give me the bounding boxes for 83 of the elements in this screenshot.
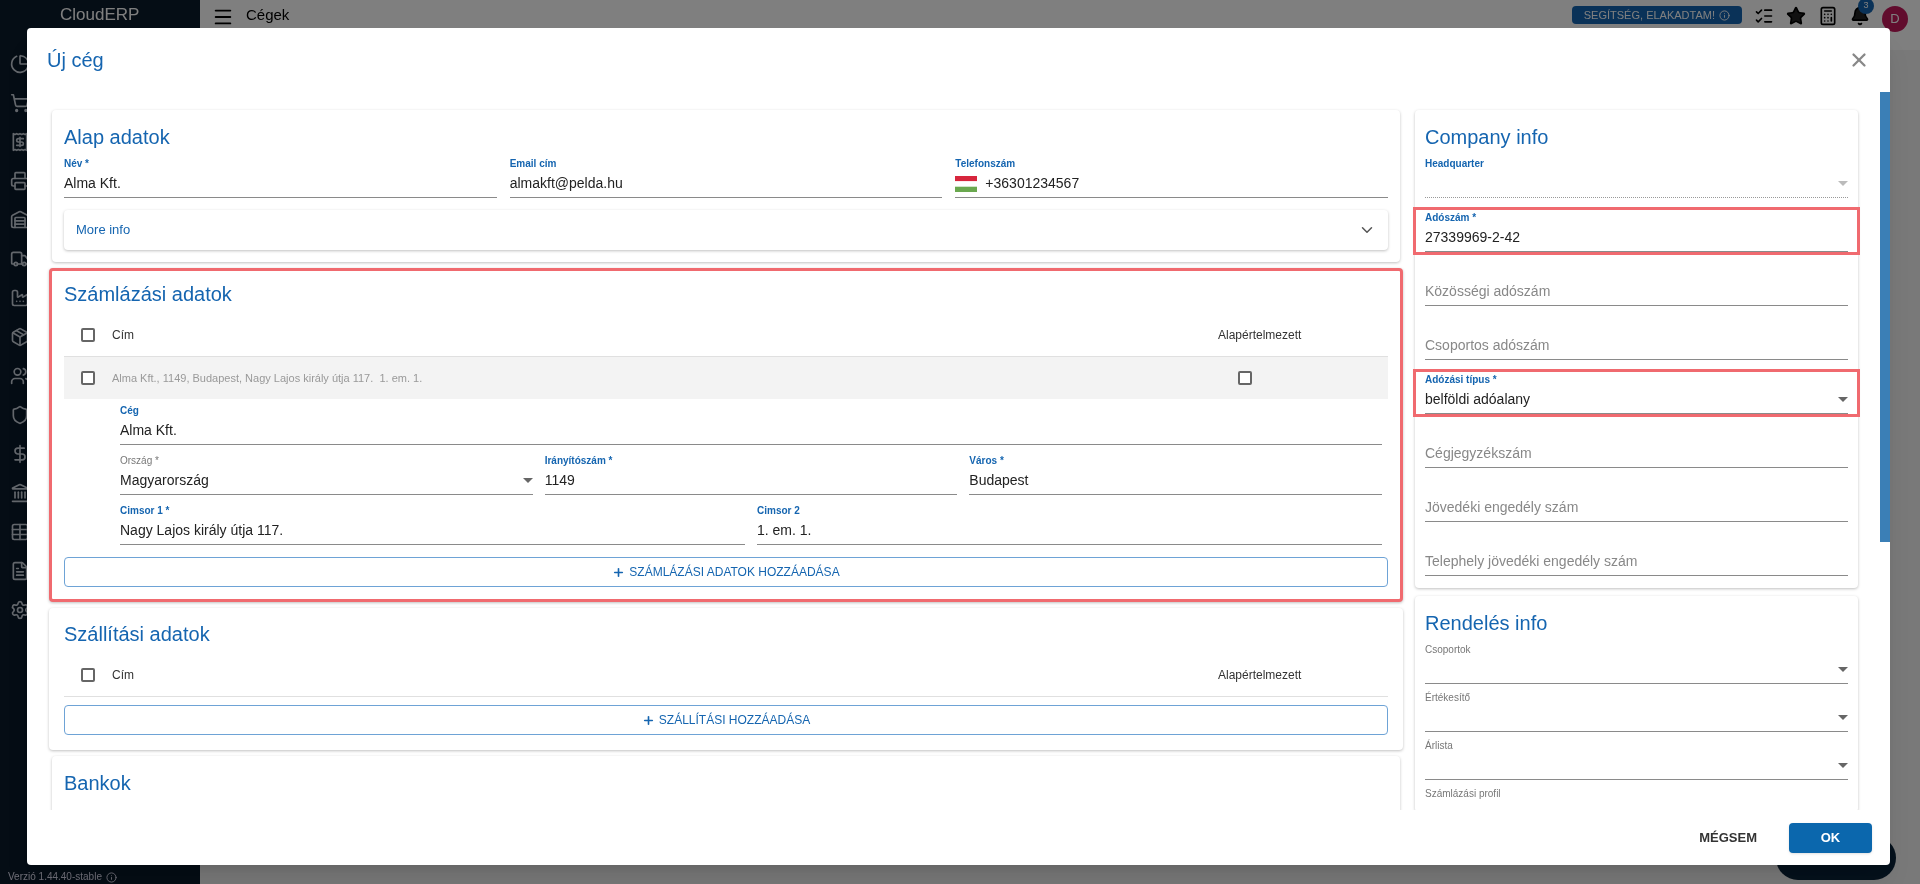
input-field[interactable]: Csoportos adószám [1425, 332, 1848, 360]
flag-icon [955, 175, 978, 192]
field-label: Irányítószám * [544, 455, 613, 467]
section-title: Rendelés info [1425, 611, 1549, 636]
field-label: Csoportok [1425, 644, 1471, 656]
field-label: Cimsor 1 * [120, 505, 170, 517]
factory-icon[interactable] [10, 288, 30, 308]
section-title: Számlázási adatok [64, 282, 233, 307]
field-label: Cég [120, 405, 139, 417]
field-label: Email cím [509, 158, 557, 170]
input-field[interactable]: 1. em. 1. [757, 517, 1382, 545]
select-field[interactable]: belföldi adóalany [1425, 386, 1848, 414]
calculator-icon[interactable] [1818, 6, 1838, 26]
section-title: Alap adatok [64, 125, 171, 150]
cart-icon[interactable] [10, 93, 30, 113]
input-field[interactable]: +36301234567 [955, 170, 1388, 198]
input-field[interactable]: Budapest [969, 467, 1382, 495]
logo: CloudERP [60, 5, 140, 23]
column-header: Cím [112, 666, 135, 684]
page-title: Cégek [246, 6, 291, 24]
column-header: Cím [112, 326, 135, 344]
field-label: Adószám * [1425, 212, 1477, 224]
dropdown-caret-icon [1838, 667, 1848, 672]
settings-icon[interactable] [10, 600, 30, 620]
document-icon[interactable] [10, 561, 30, 581]
ok-button[interactable]: OK [1789, 822, 1872, 853]
input-field[interactable]: Telephely jövedéki engedély szám [1425, 548, 1848, 576]
input-field[interactable]: Jövedéki engedély szám [1425, 494, 1848, 522]
warehouse-icon[interactable] [10, 210, 30, 230]
plus-icon [641, 713, 655, 727]
input-field[interactable]: Cégjegyzékszám [1425, 440, 1848, 468]
dropdown-caret-icon [522, 478, 533, 483]
checkbox[interactable] [81, 667, 95, 682]
field-label: Telefonszám [955, 158, 1016, 170]
field-label: Város * [969, 455, 1004, 467]
checkbox[interactable] [81, 327, 95, 342]
field-label: Számlázási profil [1425, 788, 1501, 800]
field-label: Adózási típus * [1425, 374, 1497, 386]
dropdown-caret-icon [1838, 715, 1848, 720]
printer-icon[interactable] [10, 171, 30, 191]
field-label: Headquarter [1425, 158, 1484, 170]
select-field[interactable]: Magyarország [120, 467, 533, 495]
info-icon [1719, 9, 1730, 21]
input-field[interactable]: almakft@pelda.hu [509, 170, 943, 198]
more-info-accordion[interactable]: More info [64, 210, 1388, 250]
input-field[interactable]: 27339969-2-42 [1425, 224, 1848, 252]
notification-badge: 3 [1858, 0, 1874, 14]
scrollbar[interactable] [1880, 92, 1890, 542]
dropdown-caret-icon [1838, 181, 1848, 186]
version-label: Verzió 1.44.40-stable [0, 871, 200, 884]
bank-icon[interactable] [10, 483, 30, 503]
input-field[interactable]: Közösségi adószám [1425, 278, 1848, 306]
star-icon[interactable] [1786, 6, 1806, 26]
field-label: Árlista [1425, 740, 1453, 752]
checklist-icon[interactable] [1754, 6, 1774, 26]
input-field[interactable]: Nagy Lajos király útja 117. [120, 517, 745, 545]
package-icon[interactable] [10, 327, 30, 347]
dropdown-caret-icon [1838, 763, 1848, 768]
column-header: Alapértelmezett [1218, 666, 1303, 684]
input-field[interactable]: Alma Kft. [64, 170, 497, 198]
table-cell-text: Alma Kft., 1149, Budapest, Nagy Lajos király útja 117. 1. em. 1. [112, 370, 424, 386]
users-icon[interactable] [10, 366, 30, 386]
field-label: Értékesítő [1425, 692, 1471, 704]
add-button[interactable]: SZÁLLÍTÁSI HOZZÁADÁSA [64, 705, 1388, 735]
plus-icon [612, 565, 626, 579]
dropdown-caret-icon [1838, 397, 1848, 402]
section-title: Bankok [64, 771, 132, 796]
shield-icon[interactable] [10, 405, 30, 425]
dialog-title: Új cég [47, 48, 105, 73]
receipt-icon[interactable] [10, 132, 30, 152]
field-label: Név * [64, 158, 89, 170]
section-title: Company info [1425, 125, 1550, 150]
chart-pie-icon[interactable] [10, 54, 30, 74]
add-button[interactable]: SZÁMLÁZÁSI ADATOK HOZZÁADÁSA [64, 557, 1388, 587]
column-header: Alapértelmezett [1218, 326, 1303, 344]
field-label: Ország * [120, 455, 159, 467]
input-field[interactable]: 1149 [544, 467, 958, 495]
checkbox[interactable] [81, 371, 95, 385]
section-title: Szállítási adatok [64, 622, 211, 647]
field-label: Cimsor 2 [757, 505, 800, 517]
checkbox[interactable] [1238, 371, 1252, 385]
info-icon [105, 871, 117, 883]
input-field[interactable]: Alma Kft. [120, 417, 1382, 445]
